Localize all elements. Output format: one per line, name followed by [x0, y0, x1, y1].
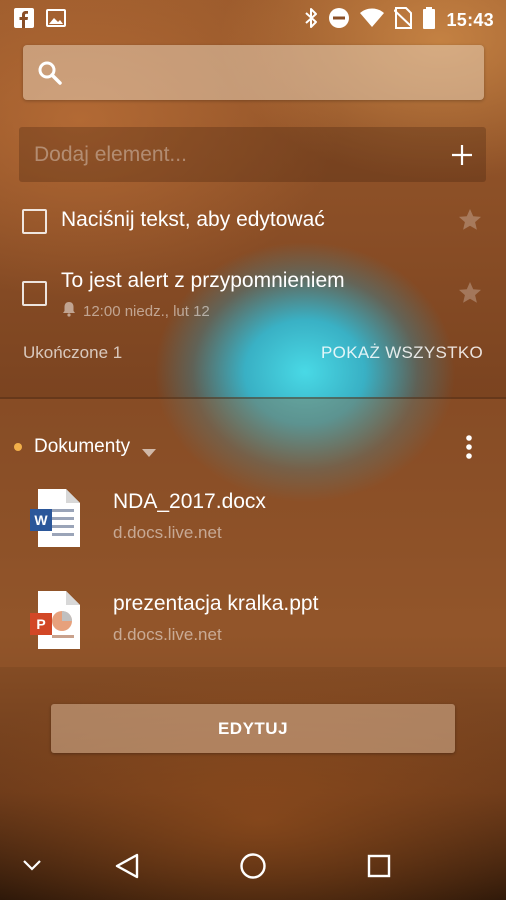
clock: 15:43	[446, 10, 494, 30]
documents-header: Dokumenty	[0, 435, 506, 461]
star-icon[interactable]	[458, 208, 482, 237]
home-icon[interactable]	[239, 852, 267, 885]
recents-icon[interactable]	[367, 854, 391, 883]
navigation-bar	[0, 840, 506, 900]
accent-dot	[14, 443, 22, 451]
bluetooth-icon	[304, 7, 318, 34]
task-item[interactable]: To jest alert z przypomnieniem 12:00 nie…	[0, 266, 506, 326]
powerpoint-file-icon: P	[30, 589, 82, 656]
wifi-icon	[360, 8, 385, 33]
document-name: NDA_2017.docx	[113, 490, 266, 513]
documents-title[interactable]: Dokumenty	[34, 436, 130, 458]
more-vert-icon[interactable]	[466, 435, 472, 466]
document-url: d.docs.live.net	[113, 625, 222, 644]
plus-icon[interactable]	[450, 143, 474, 172]
word-file-icon: W	[30, 487, 82, 554]
task-item[interactable]: Naciśnij tekst, aby edytować	[0, 205, 506, 245]
document-url: d.docs.live.net	[113, 523, 222, 542]
reminder-text: 12:00 niedz., lut 12	[83, 302, 210, 320]
document-item[interactable]: W NDA_2017.docx d.docs.live.net	[0, 487, 506, 557]
task-title[interactable]: Naciśnij tekst, aby edytować	[61, 208, 325, 232]
add-item-placeholder: Dodaj element...	[34, 143, 187, 166]
add-item-input[interactable]: Dodaj element...	[19, 127, 486, 182]
collapse-icon[interactable]	[22, 858, 42, 876]
edit-button[interactable]: EDYTUJ	[51, 704, 455, 753]
search-bar[interactable]	[23, 45, 484, 100]
search-icon	[37, 60, 63, 91]
task-checkbox[interactable]	[22, 209, 47, 234]
gallery-icon	[46, 8, 66, 33]
no-sim-icon	[393, 7, 414, 34]
chevron-down-icon[interactable]	[142, 444, 156, 462]
document-item[interactable]: P prezentacja kralka.ppt d.docs.live.net	[0, 589, 506, 659]
star-icon[interactable]	[458, 281, 482, 310]
svg-text:W: W	[34, 512, 48, 528]
documents-panel: Dokumenty W NDA_2017.docx d.docs.live.ne…	[0, 397, 506, 667]
task-checkbox[interactable]	[22, 281, 47, 306]
task-title[interactable]: To jest alert z przypomnieniem	[61, 269, 345, 293]
completed-row: Ukończone 1 POKAŻ WSZYSTKO	[23, 343, 483, 369]
bell-icon	[61, 301, 77, 321]
facebook-icon	[14, 8, 34, 33]
show-all-link[interactable]: POKAŻ WSZYSTKO	[321, 343, 483, 363]
back-icon[interactable]	[114, 852, 140, 885]
battery-icon	[422, 7, 436, 34]
svg-text:P: P	[36, 616, 45, 632]
do-not-disturb-icon	[328, 7, 350, 34]
document-name: prezentacja kralka.ppt	[113, 592, 319, 615]
status-bar: 15:43	[0, 0, 506, 36]
completed-count: Ukończone 1	[23, 343, 123, 362]
task-reminder: 12:00 niedz., lut 12	[61, 301, 210, 321]
